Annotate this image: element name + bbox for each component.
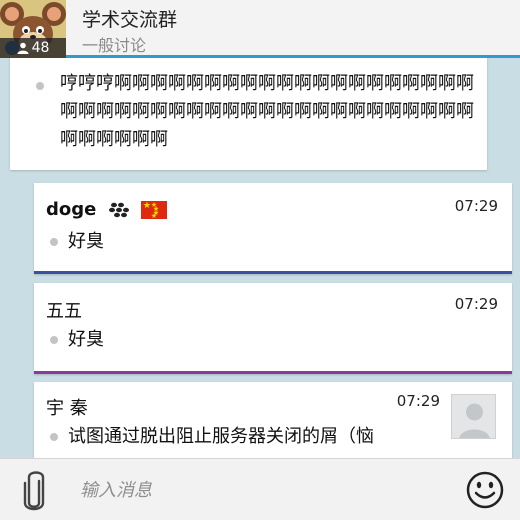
default-avatar-icon [452,395,495,438]
sender-name[interactable]: 五五 [46,297,82,323]
smiley-icon[interactable] [466,471,504,509]
message-body: 好臭 [50,227,104,253]
message-body: 试图通过脱出阻止服务器关闭的屑（恼 [50,422,442,448]
message-bubble[interactable]: 五五 07:29 好臭 [34,283,512,374]
message-bubble[interactable]: 宇 秦 07:29 试图通过脱出阻止服务器关闭的屑（恼 [34,382,512,462]
message-time: 07:29 [396,392,440,410]
blackberry-icon [108,202,129,218]
person-icon [17,42,29,54]
chat-header: 48 学术交流群 一般讨论 [0,0,520,58]
message-text: 哼哼哼啊啊啊啊啊啊啊啊啊啊啊啊啊啊啊啊啊啊啊啊啊啊啊啊啊啊啊啊啊啊啊啊啊啊啊啊啊… [60,73,474,150]
bullet-icon [50,336,58,344]
china-flag-icon: ★ ★ ★ ★ ★ [140,201,167,220]
message-bubble[interactable]: doge ★ ★ ★ ★ ★ 07:29 好臭 [34,183,512,274]
message-input-bar [0,458,520,520]
message-time: 07:29 [454,197,498,215]
group-avatar[interactable]: 48 [0,0,66,58]
message-input[interactable] [80,477,440,503]
bullet-icon [50,433,58,441]
member-count: 48 [31,40,50,56]
message-text: 好臭 [68,329,104,350]
bullet-icon [36,82,44,90]
message-text: 试图通过脱出阻止服务器关闭的屑（恼 [68,426,374,447]
accent-bar [34,271,512,274]
user-avatar[interactable] [451,394,496,439]
sender-name-text: doge [46,199,97,220]
message-body: 哼哼哼啊啊啊啊啊啊啊啊啊啊啊啊啊啊啊啊啊啊啊啊啊啊啊啊啊啊啊啊啊啊啊啊啊啊啊啊啊… [36,70,476,154]
sender-name[interactable]: doge ★ ★ ★ ★ ★ [46,199,167,220]
group-title: 学术交流群 [82,9,178,31]
group-subtitle: 一般讨论 [82,36,147,55]
message-body: 好臭 [50,325,104,351]
accent-bar [34,371,512,374]
message-text: 好臭 [68,231,104,252]
message-bubble[interactable]: 哼哼哼啊啊啊啊啊啊啊啊啊啊啊啊啊啊啊啊啊啊啊啊啊啊啊啊啊啊啊啊啊啊啊啊啊啊啊啊啊… [10,52,487,170]
message-time: 07:29 [454,295,498,313]
bullet-icon [50,238,58,246]
member-count-badge: 48 [0,38,66,58]
paperclip-icon[interactable] [20,469,48,513]
sender-name[interactable]: 宇 秦 [46,394,88,420]
